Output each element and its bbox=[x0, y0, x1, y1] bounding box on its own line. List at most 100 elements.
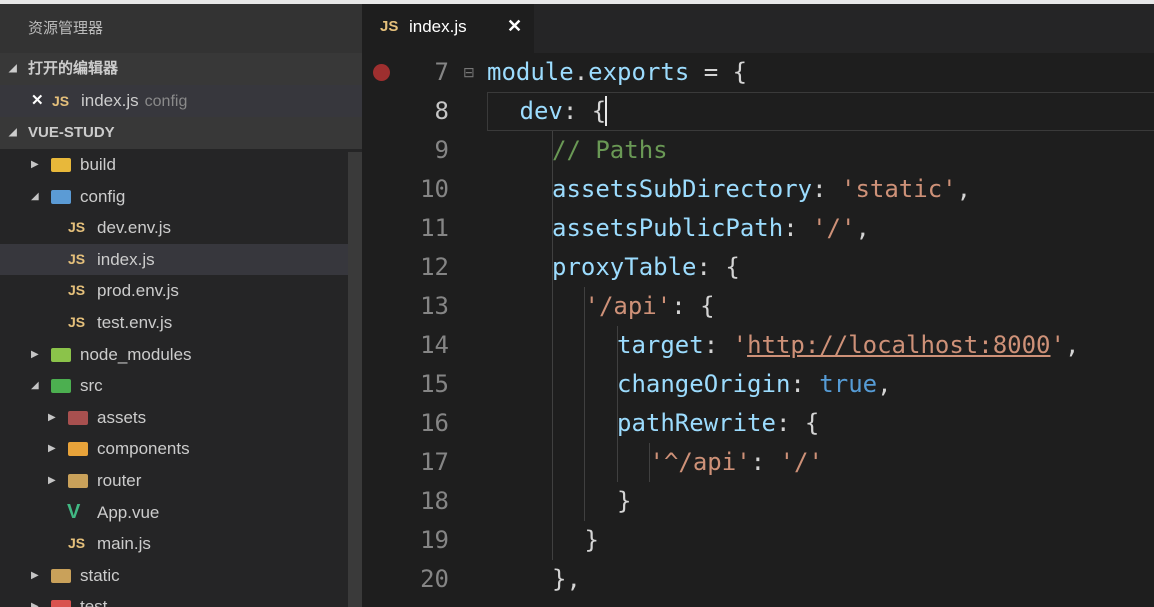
line-number: 17 bbox=[420, 448, 449, 476]
chevron-right-icon[interactable]: ▶ bbox=[31, 591, 39, 607]
tree-item-label: router bbox=[97, 470, 142, 490]
folder-icon bbox=[68, 410, 88, 425]
tree-item-label: dev.env.js bbox=[97, 218, 172, 238]
chevron-right-icon[interactable]: ▶ bbox=[48, 465, 56, 497]
javascript-file-icon: JS bbox=[380, 18, 399, 35]
indent-guide bbox=[616, 326, 618, 482]
tab-label: index.js bbox=[409, 17, 467, 36]
chevron-right-icon[interactable]: ▶ bbox=[48, 433, 56, 465]
file-tree: ▶ build ◢ config JS dev.env.js JS index.js JS pro… bbox=[0, 149, 362, 607]
tree-item-router[interactable]: ▶ router bbox=[0, 465, 362, 497]
tree-item-test[interactable]: ▶ test bbox=[0, 591, 362, 607]
code-text: assetsPublicPath: '/', bbox=[552, 214, 870, 242]
close-icon[interactable]: ✕ bbox=[31, 85, 44, 117]
folder-icon bbox=[51, 158, 71, 172]
code-line: 17 '^/api': '/' bbox=[362, 443, 1154, 482]
sidebar-scrollbar[interactable] bbox=[348, 152, 362, 607]
tree-item-assets[interactable]: ▶ assets bbox=[0, 402, 362, 434]
javascript-file-icon: JS bbox=[68, 313, 86, 330]
tree-item-label: node_modules bbox=[80, 344, 192, 364]
folder-icon bbox=[51, 600, 71, 607]
code-text: '/api': { bbox=[584, 292, 715, 320]
tree-item-config[interactable]: ◢ config bbox=[0, 181, 362, 213]
tree-item-prod-env-js[interactable]: JS prod.env.js bbox=[0, 275, 362, 307]
code-text: dev: { bbox=[519, 97, 607, 125]
tree-item-src[interactable]: ◢ src bbox=[0, 370, 362, 402]
tree-item-label: config bbox=[80, 186, 126, 206]
tree-item-components[interactable]: ▶ components bbox=[0, 433, 362, 465]
close-icon[interactable]: ✕ bbox=[507, 16, 522, 37]
code-text: proxyTable: { bbox=[552, 253, 740, 281]
code-editor[interactable]: 7 ⊟ module.exports = {8 dev: {9// Paths 10 as… bbox=[362, 53, 1154, 607]
indent-guide bbox=[584, 287, 585, 521]
tree-item-dev-env-js[interactable]: JS dev.env.js bbox=[0, 212, 362, 244]
tree-item-index-js[interactable]: JS index.js bbox=[0, 243, 362, 276]
code-text: } bbox=[584, 526, 599, 554]
chevron-down-icon: ◢ bbox=[9, 127, 17, 138]
tree-item-build[interactable]: ▶ build bbox=[0, 149, 362, 181]
line-number: 19 bbox=[420, 526, 449, 554]
line-number: 11 bbox=[420, 214, 449, 242]
tree-item-label: src bbox=[80, 376, 103, 396]
folder-icon bbox=[51, 568, 71, 583]
folder-icon bbox=[68, 442, 88, 457]
line-number: 14 bbox=[420, 331, 449, 359]
code-line: 14 target: 'http://localhost:8000', bbox=[362, 326, 1154, 365]
tab-index-js[interactable]: JS index.js ✕ bbox=[362, 4, 534, 53]
code-line: 10 assetsSubDirectory: 'static', bbox=[362, 170, 1154, 209]
code-line: 8 dev: { bbox=[362, 92, 1154, 131]
tree-item-test-env-js[interactable]: JS test.env.js bbox=[0, 307, 362, 339]
javascript-file-icon: JS bbox=[52, 93, 70, 109]
tree-item-label: components bbox=[97, 439, 190, 459]
line-number: 16 bbox=[420, 409, 449, 437]
tab-bar: JS index.js ✕ bbox=[362, 4, 1154, 53]
explorer-sidebar: 资源管理器 ◢ 打开的编辑器 ✕ JS index.js config ◢ VUE… bbox=[0, 4, 362, 607]
indent-guide bbox=[551, 131, 553, 560]
folder-icon bbox=[51, 347, 71, 362]
open-editor-filename: index.js bbox=[81, 91, 139, 110]
folder-icon bbox=[68, 473, 88, 488]
code-text: target: 'http://localhost:8000', bbox=[617, 331, 1080, 359]
fold-icon[interactable]: ⊟ bbox=[463, 53, 475, 92]
tree-item-static[interactable]: ▶ static bbox=[0, 560, 362, 592]
open-editors-header[interactable]: ◢ 打开的编辑器 bbox=[0, 53, 362, 85]
project-label: VUE-STUDY bbox=[28, 124, 115, 141]
tree-item-label: test bbox=[80, 597, 108, 607]
code-text: changeOrigin: true, bbox=[617, 370, 892, 398]
code-line: 18} bbox=[362, 482, 1154, 521]
code-line: 7 ⊟ module.exports = { bbox=[362, 53, 1154, 92]
code-text: module.exports = { bbox=[487, 58, 748, 86]
code-text: pathRewrite: { bbox=[617, 409, 820, 437]
code-text: }, bbox=[552, 565, 581, 593]
javascript-file-icon: JS bbox=[68, 282, 86, 299]
code-line: 11 assetsPublicPath: '/', bbox=[362, 209, 1154, 248]
tree-item-label: App.vue bbox=[97, 502, 160, 522]
chevron-right-icon[interactable]: ▶ bbox=[31, 339, 39, 371]
tree-item-node-modules[interactable]: ▶ node_modules bbox=[0, 339, 362, 371]
code-line: 15 changeOrigin: true, bbox=[362, 365, 1154, 404]
vue-file-icon: V bbox=[67, 500, 81, 523]
tree-item-label: static bbox=[80, 565, 120, 585]
tree-item-label: assets bbox=[97, 407, 147, 427]
tree-item-main-js[interactable]: JS main.js bbox=[0, 528, 362, 560]
line-number: 9 bbox=[434, 136, 449, 164]
breakpoint-icon[interactable] bbox=[373, 64, 390, 81]
indent-guide bbox=[649, 443, 650, 482]
line-number: 18 bbox=[420, 487, 449, 515]
folder-icon bbox=[51, 189, 71, 204]
chevron-down-icon[interactable]: ◢ bbox=[31, 181, 39, 213]
line-number: 13 bbox=[420, 292, 449, 320]
chevron-down-icon[interactable]: ◢ bbox=[31, 370, 39, 402]
chevron-right-icon[interactable]: ▶ bbox=[31, 560, 39, 592]
code-line: 9 // Paths bbox=[362, 131, 1154, 170]
chevron-right-icon[interactable]: ▶ bbox=[48, 402, 56, 434]
line-number: 20 bbox=[420, 565, 449, 593]
chevron-right-icon[interactable]: ▶ bbox=[31, 149, 39, 181]
tree-item-app-vue[interactable]: V App.vue bbox=[0, 497, 362, 529]
chevron-down-icon: ◢ bbox=[9, 63, 17, 74]
code-text: // Paths bbox=[552, 136, 668, 164]
text-caret bbox=[604, 96, 607, 126]
javascript-file-icon: JS bbox=[68, 219, 86, 236]
open-editor-item[interactable]: ✕ JS index.js config bbox=[0, 85, 362, 117]
project-header[interactable]: ◢ VUE-STUDY bbox=[0, 117, 362, 149]
